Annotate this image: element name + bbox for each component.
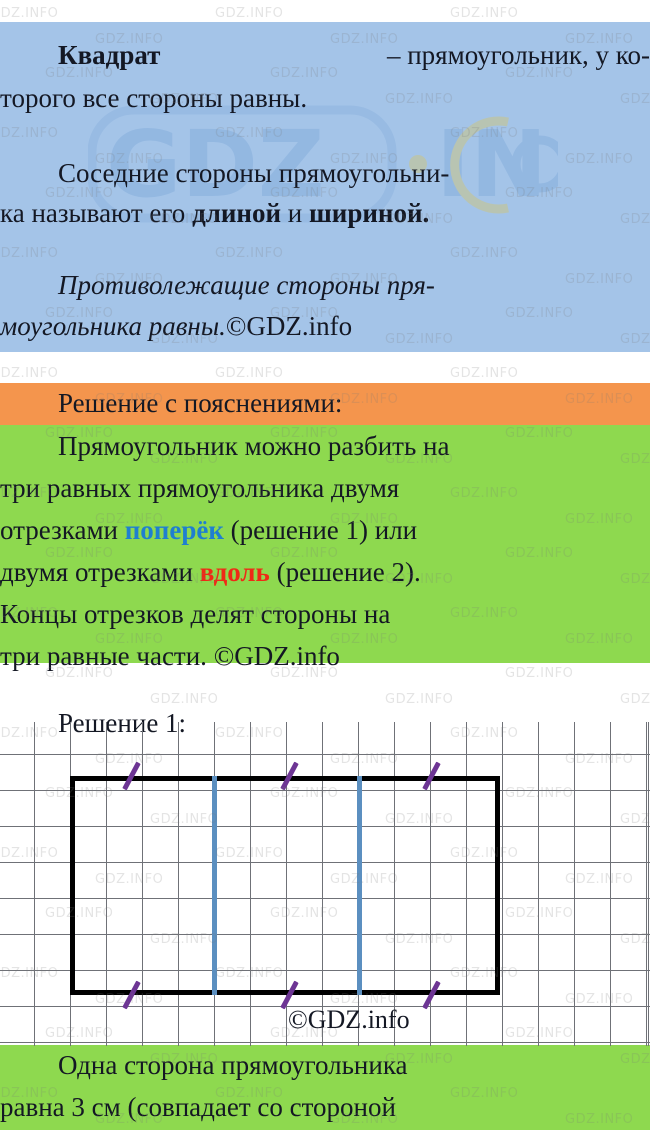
- textbook-page: GDZ IN GDZ.INFOGDZ.INFOGDZ.INFOGDZ.INFOG…: [0, 0, 650, 1130]
- explanation-line-4-a: двумя отрезками: [0, 557, 200, 587]
- definition-line-2: торого все стороны равны.: [0, 85, 650, 112]
- solution-header-text: Решение с пояснениями:: [58, 388, 343, 418]
- explanation-line-3-c: (решение 1) или: [223, 515, 418, 545]
- explanation-line-1-text: Прямоугольник можно разбить на: [58, 431, 450, 461]
- bottom-line-1: Одна сторона прямоугольника: [58, 1052, 650, 1079]
- explanation-credit: ©GDZ.info: [213, 641, 340, 671]
- definition-line-1: Квадрат – прямоугольник, у ко-: [58, 40, 650, 71]
- explanation-line-6: три равные части. ©GDZ.info: [0, 643, 650, 670]
- explanation-line-5-text: Концы отрезков делят стороны на: [0, 599, 391, 629]
- term-kvadrat: Квадрат: [58, 40, 161, 70]
- definition-line-5: Противолежащие стороны пря-: [58, 272, 650, 299]
- definition-line-6-text: моугольника равны.: [0, 311, 226, 341]
- explanation-line-1: Прямоугольник можно разбить на: [58, 433, 650, 460]
- term-dlinoy: длиной: [192, 198, 282, 228]
- top-white-strip: [0, 0, 650, 22]
- explanation-line-3-a: отрезками: [0, 515, 125, 545]
- explanation-line-2: три равных прямоугольника двумя: [0, 475, 650, 502]
- explanation-line-4: двумя отрезками вдоль (решение 2).: [0, 559, 650, 586]
- rectangle-shape: [70, 776, 500, 995]
- explanation-line-5: Концы отрезков делят стороны на: [0, 601, 650, 628]
- term-poperek: поперёк: [124, 515, 224, 545]
- divider-line-2: [357, 776, 362, 995]
- definition-line-6: моугольника равны.©GDZ.info: [0, 313, 650, 340]
- definition-line-2-text: торого все стороны равны.: [0, 83, 308, 113]
- definition-line-4: ка называют его длиной и шириной.: [0, 200, 650, 227]
- definition-line-1-rest: – прямоугольник, у ко-: [386, 40, 650, 70]
- definition-line-4-c: и: [281, 198, 309, 228]
- solution-figure: [0, 722, 650, 1046]
- definition-line-3-text: Соседние стороны прямоугольни-: [58, 158, 450, 188]
- explanation-line-6-a: три равные части.: [0, 641, 214, 671]
- term-shirinoy: шириной.: [309, 198, 430, 228]
- definition-line-4-a: ка называют его: [0, 198, 193, 228]
- explanation-line-2-text: три равных прямоугольника двумя: [0, 473, 400, 503]
- bottom-line-2: равна 3 см (совпадает со стороной: [0, 1094, 650, 1121]
- term-vdol: вдоль: [199, 557, 270, 587]
- definition-line-5-text: Противолежащие стороны пря-: [58, 270, 435, 300]
- divider-line-1: [212, 776, 217, 995]
- definition-credit: ©GDZ.info: [225, 311, 353, 341]
- solution-header-label: Решение с пояснениями:: [58, 390, 650, 417]
- definition-line-3: Соседние стороны прямоугольни-: [58, 160, 650, 187]
- bottom-line-2-text: равна 3 см (совпадает со стороной: [0, 1092, 396, 1122]
- figure-credit-text: ©GDZ.info: [288, 1005, 410, 1034]
- explanation-line-4-c: (решение 2).: [269, 557, 421, 587]
- white-gap-1: [0, 352, 650, 383]
- figure-credit: ©GDZ.info: [288, 1005, 410, 1035]
- bottom-line-1-text: Одна сторона прямоугольника: [58, 1050, 408, 1080]
- explanation-line-3: отрезками поперёк (решение 1) или: [0, 517, 650, 544]
